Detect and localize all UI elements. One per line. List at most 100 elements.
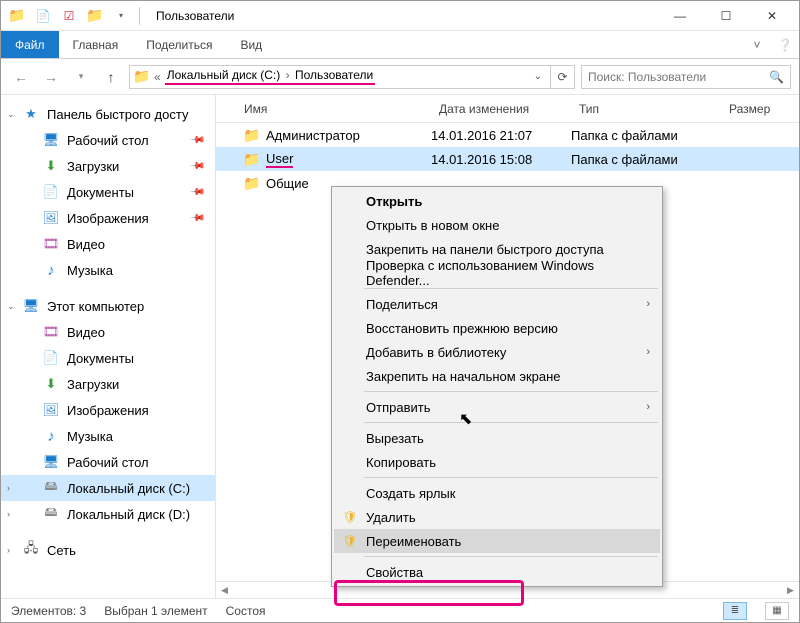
status-bar: Элементов: 3 Выбран 1 элемент Состоя ≣ ▦: [1, 598, 799, 622]
qat-check[interactable]: ☑: [57, 5, 81, 27]
status-count: Элементов: 3: [11, 604, 86, 618]
window-title: Пользователи: [156, 9, 234, 23]
search-icon: 🔍: [769, 70, 784, 84]
folder-icon: [5, 5, 29, 27]
title-bar: 📄 ☑ ▾ Пользователи — ☐ ✕: [1, 1, 799, 31]
disk-icon: [43, 506, 59, 522]
chevron-right-icon: ›: [646, 298, 650, 310]
file-row-selected[interactable]: User 14.01.2016 15:08 Папка с файлами: [216, 147, 799, 171]
image-icon: [43, 210, 59, 226]
refresh-button[interactable]: ⟳: [551, 65, 575, 89]
view-details-button[interactable]: ≣: [723, 602, 747, 620]
address-bar-row: ← → ▾ ↑ « Локальный диск (C:) › Пользова…: [1, 59, 799, 95]
download-icon: [43, 158, 59, 174]
nav-local-disk-c[interactable]: ›Локальный диск (C:): [1, 475, 215, 501]
nav-documents[interactable]: Документы📌: [1, 179, 215, 205]
video-icon: [43, 324, 59, 340]
quick-access-toolbar: 📄 ☑ ▾: [5, 5, 144, 27]
monitor-icon: [43, 132, 59, 148]
search-placeholder: Поиск: Пользователи: [588, 70, 706, 84]
nav-pictures[interactable]: Изображения📌: [1, 205, 215, 231]
menu-pin-to-start[interactable]: Закрепить на начальном экране: [334, 364, 660, 388]
menu-open[interactable]: Открыть: [334, 189, 660, 213]
pin-icon: 📌: [188, 158, 205, 175]
chevron-right-icon: ›: [646, 401, 650, 413]
tab-file[interactable]: Файл: [1, 31, 59, 58]
file-row[interactable]: Администратор 14.01.2016 21:07 Папка с ф…: [216, 123, 799, 147]
breadcrumb-folder[interactable]: Пользователи: [293, 68, 375, 82]
chevron-right-icon[interactable]: ›: [286, 68, 290, 82]
menu-properties[interactable]: Свойства: [334, 560, 660, 584]
view-icons-button[interactable]: ▦: [765, 602, 789, 620]
address-dropdown[interactable]: ⌄: [530, 71, 546, 82]
recent-dropdown[interactable]: ▾: [69, 65, 93, 89]
col-date[interactable]: Дата изменения: [431, 102, 571, 116]
image-icon: [43, 402, 59, 418]
menu-rename[interactable]: Переименовать: [334, 529, 660, 553]
menu-delete[interactable]: Удалить: [334, 505, 660, 529]
menu-defender-scan[interactable]: Проверка с использованием Windows Defend…: [334, 261, 660, 285]
menu-separator: [364, 391, 658, 392]
menu-share[interactable]: Поделиться›: [334, 292, 660, 316]
qat-dropdown[interactable]: ▾: [109, 5, 133, 27]
col-type[interactable]: Тип: [571, 102, 721, 116]
tab-home[interactable]: Главная: [59, 31, 133, 58]
qat-properties[interactable]: 📄: [31, 5, 55, 27]
menu-send-to[interactable]: Отправить›: [334, 395, 660, 419]
breadcrumb-drive[interactable]: Локальный диск (C:): [165, 68, 283, 82]
close-button[interactable]: ✕: [749, 1, 795, 31]
nav-network[interactable]: ›Сеть: [1, 537, 215, 563]
maximize-button[interactable]: ☐: [703, 1, 749, 31]
nav-downloads[interactable]: Загрузки📌: [1, 153, 215, 179]
folder-icon: [244, 151, 260, 167]
scroll-left[interactable]: ◀: [216, 582, 233, 599]
tab-view[interactable]: Вид: [226, 31, 276, 58]
qat-folder[interactable]: [83, 5, 107, 27]
nav-local-disk-d[interactable]: ›Локальный диск (D:): [1, 501, 215, 527]
menu-open-new-window[interactable]: Открыть в новом окне: [334, 213, 660, 237]
ribbon-expand-button[interactable]: ˅: [743, 31, 771, 58]
nav-pc-videos[interactable]: Видео: [1, 319, 215, 345]
nav-pc-music[interactable]: Музыка: [1, 423, 215, 449]
menu-copy[interactable]: Копировать: [334, 450, 660, 474]
menu-restore-previous[interactable]: Восстановить прежнюю версию: [334, 316, 660, 340]
menu-separator: [364, 477, 658, 478]
forward-button[interactable]: →: [39, 65, 63, 89]
address-bar[interactable]: « Локальный диск (C:) › Пользователи ⌄: [129, 65, 551, 89]
explorer-window: 📄 ☑ ▾ Пользователи — ☐ ✕ Файл Главная По…: [0, 0, 800, 623]
up-button[interactable]: ↑: [99, 65, 123, 89]
column-headers: Имя Дата изменения Тип Размер: [216, 95, 799, 123]
status-state: Состоя: [226, 604, 266, 618]
nav-pc-documents[interactable]: Документы: [1, 345, 215, 371]
status-selected: Выбран 1 элемент: [104, 604, 207, 618]
scroll-right[interactable]: ▶: [782, 582, 799, 599]
nav-this-pc[interactable]: ⌄Этот компьютер: [1, 293, 215, 319]
breadcrumb-overflow[interactable]: «: [154, 70, 161, 84]
menu-create-shortcut[interactable]: Создать ярлык: [334, 481, 660, 505]
col-name[interactable]: Имя: [216, 102, 431, 116]
nav-quick-access[interactable]: ⌄Панель быстрого досту: [1, 101, 215, 127]
nav-videos[interactable]: Видео: [1, 231, 215, 257]
shield-icon: [342, 533, 358, 549]
music-icon: [43, 262, 59, 278]
nav-pc-pictures[interactable]: Изображения: [1, 397, 215, 423]
download-icon: [43, 376, 59, 392]
document-icon: [43, 350, 59, 366]
nav-desktop[interactable]: Рабочий стол📌: [1, 127, 215, 153]
pin-icon: 📌: [188, 132, 205, 149]
pin-icon: 📌: [188, 210, 205, 227]
network-icon: [23, 542, 39, 558]
back-button[interactable]: ←: [9, 65, 33, 89]
pc-icon: [23, 298, 39, 314]
help-icon[interactable]: ❔: [771, 31, 799, 58]
col-size[interactable]: Размер: [721, 102, 799, 116]
minimize-button[interactable]: —: [657, 1, 703, 31]
menu-cut[interactable]: Вырезать: [334, 426, 660, 450]
tab-share[interactable]: Поделиться: [132, 31, 226, 58]
folder-icon: [134, 69, 150, 85]
nav-music[interactable]: Музыка: [1, 257, 215, 283]
nav-pc-desktop[interactable]: Рабочий стол: [1, 449, 215, 475]
nav-pc-downloads[interactable]: Загрузки: [1, 371, 215, 397]
search-input[interactable]: Поиск: Пользователи 🔍: [581, 65, 791, 89]
menu-add-to-library[interactable]: Добавить в библиотеку›: [334, 340, 660, 364]
